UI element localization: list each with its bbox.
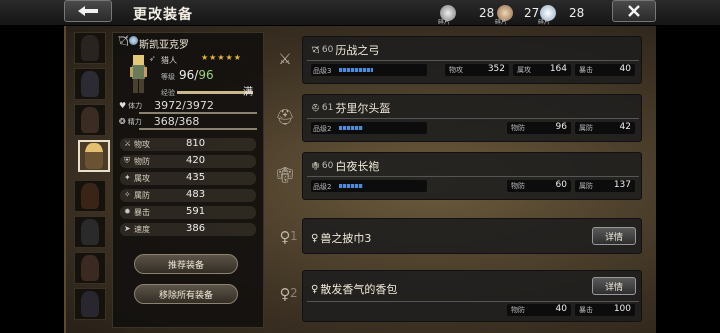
equipment-name: 芬里尔头盔 [335, 102, 391, 115]
equip-stat: 物攻 352 [445, 64, 509, 76]
armor-icon: 👘︎ [275, 166, 295, 184]
equipment-name: 兽之披巾3 [320, 232, 372, 245]
armor-small-icon: 👘︎ [311, 162, 320, 170]
equipment-row-accessory-2[interactable]: ♀ 散发香气的香包 物防 40 暴击 100 [302, 270, 642, 322]
crystal-icon: 碎片 [495, 5, 513, 26]
resource-counter-3: 碎片 28 [538, 5, 585, 26]
equip-stat: 属防 137 [575, 180, 635, 192]
equipment-name: 散发香气的香包 [320, 283, 398, 296]
resource-value: 28 [479, 6, 495, 20]
right-letterbox [656, 26, 720, 333]
resource-value: 28 [569, 6, 585, 20]
back-button[interactable] [64, 0, 112, 22]
level-label: 等级 [161, 73, 175, 81]
elem-atk-icon: ✦ [124, 173, 131, 182]
party-portrait[interactable] [74, 252, 106, 284]
stat-row: ⛨ 物防 420 [120, 155, 256, 168]
party-portrait-list [74, 32, 110, 332]
detail-button[interactable]: 详情 [592, 227, 636, 245]
top-bar: 更改装备 碎片 28 碎片 27 碎片 28 [0, 0, 720, 26]
equip-stat: 属防 42 [575, 122, 635, 134]
equip-stat: 暴击 40 [575, 64, 635, 76]
slot-number: 2 [290, 286, 298, 300]
stat-row: ➤ 速度 386 [120, 223, 256, 236]
hp-bar [139, 112, 257, 114]
stat-row: ✹ 暴击 591 [120, 206, 256, 219]
equipment-row-weapon[interactable]: 🏹︎ 60 历战之弓 品级3 物攻 352 属攻 164 暴击 40 [302, 36, 642, 84]
rank-bar: 品级3 [311, 64, 427, 76]
equipment-row-accessory-1[interactable]: ♀ 兽之披巾3 [302, 218, 642, 254]
equipment-name: 白夜长袍 [335, 160, 380, 173]
helmet-small-icon: ⛑ [311, 104, 320, 112]
accessory-small-icon: ♀ [311, 232, 319, 244]
close-icon [628, 5, 640, 17]
exp-label: 经验 [161, 89, 175, 97]
sp-bar [139, 128, 257, 130]
party-portrait[interactable] [74, 68, 106, 100]
rank-bar: 品级2 [311, 122, 427, 134]
speed-icon: ➤ [124, 224, 131, 233]
bow-weapon-icon: 🏹︎ [117, 36, 130, 47]
exp-bar [177, 91, 253, 94]
equip-stat: 属攻 164 [513, 64, 571, 76]
level-value: 96/96 [179, 68, 214, 82]
remove-all-equipment-button[interactable]: 移除所有装备 [134, 284, 238, 304]
bow-icon: 🏹︎ [311, 46, 320, 54]
party-portrait[interactable] [74, 104, 106, 136]
left-letterbox [0, 26, 64, 333]
page-title: 更改装备 [133, 7, 193, 23]
elem-def-icon: ✧ [124, 190, 131, 199]
hp-row: ♥ 体力 3972/3972 [119, 99, 214, 112]
resource-counter-1: 碎片 28 [438, 5, 495, 26]
equip-stat: 物防 60 [507, 180, 571, 192]
equip-stat: 物防 96 [507, 122, 571, 134]
crit-icon: ✹ [124, 207, 131, 216]
equipment-row-armor[interactable]: 👘︎ 60 白夜长袍 品级2 物防 60 属防 137 [302, 152, 642, 200]
party-portrait-selected[interactable] [78, 140, 110, 172]
exp-bar-fill [177, 91, 253, 94]
crystal-icon: 碎片 [438, 5, 456, 26]
party-portrait[interactable] [74, 216, 106, 248]
accessory-small-icon: ♀ [311, 283, 319, 295]
phys-atk-icon: ⚔ [124, 139, 132, 148]
equipment-row-helmet[interactable]: ⛑ 61 芬里尔头盔 品级2 物防 96 属防 42 [302, 94, 642, 142]
equipment-name: 历战之弓 [335, 44, 380, 57]
rank-bar: 品级2 [311, 180, 427, 192]
close-button[interactable] [612, 0, 656, 22]
element-icon [129, 36, 138, 45]
equip-stat: 物防 40 [507, 304, 571, 316]
phys-def-icon: ⛨ [124, 156, 130, 165]
back-arrow-icon [78, 6, 98, 16]
character-name: 斯凯亚克罗 [139, 40, 189, 51]
sp-icon: ❂ [119, 117, 126, 126]
recommend-equipment-button[interactable]: 推荐装备 [134, 254, 238, 274]
resource-counter-2: 碎片 27 [495, 5, 540, 26]
exp-max-label: 满 [243, 87, 253, 98]
crystal-icon: 碎片 [538, 5, 556, 26]
sword-icon: ⚔ [278, 50, 292, 68]
stat-row: ⚔ 物攻 810 [120, 138, 256, 151]
stat-row: ✧ 属防 483 [120, 189, 256, 202]
bow-class-icon: ➶ [149, 54, 156, 63]
slot-number: 1 [290, 229, 298, 243]
helmet-icon: ⛑ [275, 108, 295, 126]
resource-value: 27 [524, 6, 540, 20]
heart-icon: ♥ [119, 101, 127, 110]
party-portrait[interactable] [74, 32, 106, 64]
equip-stat: 暴击 100 [575, 304, 635, 316]
star-rating: ★★★★★ [201, 53, 242, 62]
character-job: 猎人 [161, 56, 177, 65]
party-portrait[interactable] [74, 288, 106, 320]
detail-button[interactable]: 详情 [592, 277, 636, 295]
sp-row: ❂ 精力 368/368 [119, 115, 200, 128]
party-portrait[interactable] [74, 180, 106, 212]
stat-row: ✦ 属攻 435 [120, 172, 256, 185]
